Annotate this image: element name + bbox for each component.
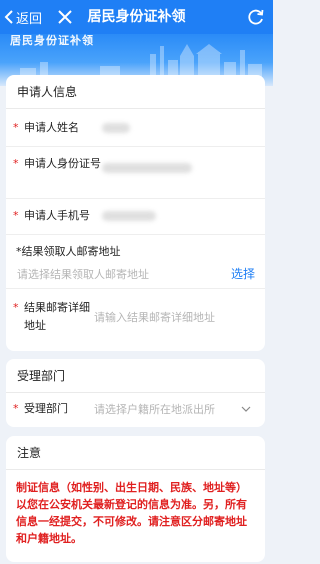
back-arrow-icon	[4, 10, 13, 24]
department-select[interactable]: 请选择户籍所在地派出所	[94, 401, 215, 417]
close-icon[interactable]	[56, 8, 74, 26]
select-address-button[interactable]: 选择	[231, 265, 255, 282]
applicant-id-row: * 申请人身份证号	[6, 147, 265, 199]
notice-section-title: 注意	[6, 436, 265, 470]
required-mark: *	[13, 301, 19, 314]
top-navigation-bar: 返回 居民身份证补领	[0, 0, 273, 34]
mailing-address-row[interactable]: *结果领取人邮寄地址 请选择结果领取人邮寄地址 选择	[6, 235, 265, 289]
detail-address-row: * 结果邮寄详细地址 请输入结果邮寄详细地址	[6, 289, 265, 349]
required-mark: *	[13, 157, 19, 170]
applicant-name-label: 申请人姓名	[24, 121, 79, 134]
department-row[interactable]: * 受理部门 请选择户籍所在地派出所	[6, 393, 265, 427]
mailing-address-placeholder[interactable]: 请选择结果领取人邮寄地址	[17, 266, 149, 282]
applicant-info-card: 申请人信息 * 申请人姓名 * 申请人身份证号 * 申请人手机号 *结果领取人邮…	[6, 75, 265, 351]
notice-card: 注意 制证信息（如性别、出生日期、民族、地址等）以您在公安机关最新登记的信息为准…	[6, 436, 265, 562]
applicant-name-value	[102, 123, 130, 133]
applicant-id-label: 申请人身份证号	[24, 157, 101, 170]
applicant-phone-label: 申请人手机号	[24, 209, 90, 222]
applicant-phone-value	[102, 211, 156, 221]
refresh-icon[interactable]	[247, 8, 265, 26]
department-card: 受理部门 * 受理部门 请选择户籍所在地派出所	[6, 359, 265, 427]
applicant-phone-row: * 申请人手机号	[6, 199, 265, 235]
applicant-id-value	[102, 163, 192, 173]
detail-address-input[interactable]: 请输入结果邮寄详细地址	[94, 309, 215, 325]
back-button[interactable]: 返回	[4, 0, 42, 34]
department-label: 受理部门	[24, 402, 68, 415]
applicant-section-title: 申请人信息	[6, 75, 265, 109]
mailing-address-title: *结果领取人邮寄地址	[16, 245, 121, 258]
required-mark: *	[13, 209, 19, 222]
detail-address-label: 结果邮寄详细地址	[24, 301, 90, 332]
department-section-title: 受理部门	[6, 359, 265, 393]
back-button-label: 返回	[16, 11, 43, 27]
applicant-name-row: * 申请人姓名	[6, 109, 265, 147]
chevron-down-icon[interactable]	[241, 406, 251, 412]
required-mark: *	[13, 121, 19, 134]
notice-text: 制证信息（如性别、出生日期、民族、地址等）以您在公安机关最新登记的信息为准。另，…	[16, 481, 247, 545]
required-mark: *	[13, 402, 19, 415]
